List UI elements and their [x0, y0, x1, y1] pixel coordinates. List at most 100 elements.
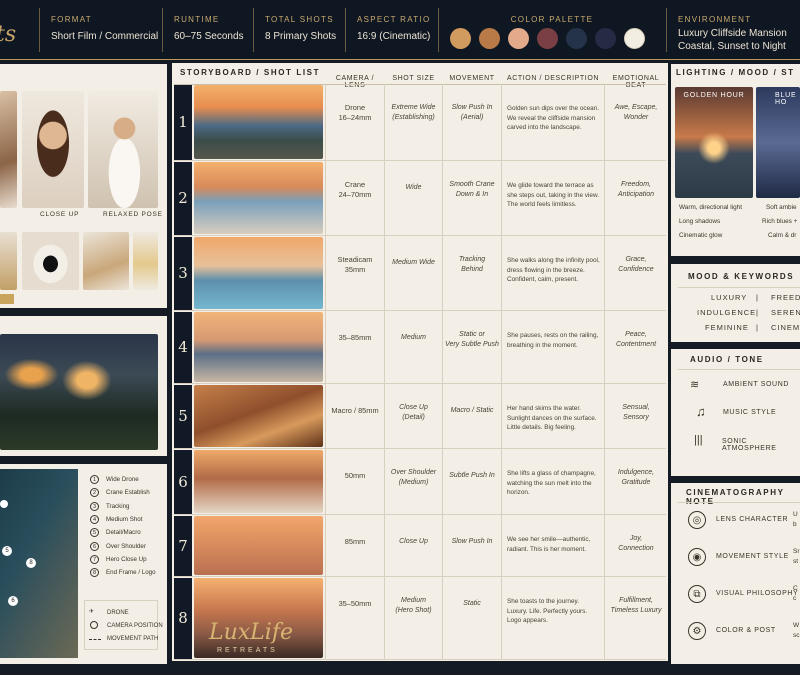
- shot-emotional-beat: Sensual, Sensory: [622, 404, 650, 421]
- mood-separator: |: [756, 308, 759, 317]
- shot-camera-lens: 50mm: [344, 471, 366, 480]
- shot-movement: Static: [463, 600, 481, 607]
- audio-sonic-atmosphere: SONIC ATMOSPHERE: [722, 438, 777, 452]
- shot-emotional-beat: Indulgence, Gratitude: [617, 469, 655, 486]
- shot-number: 5: [174, 385, 192, 448]
- audio-ambient-sound: AMBIENT SOUND: [723, 381, 790, 388]
- mood-keyword: LUXURY: [711, 293, 748, 302]
- cine-note-text: Sr st: [793, 548, 800, 565]
- ref-photo-closeup: [22, 91, 84, 208]
- audio-divider: [678, 369, 800, 370]
- shot-emotional-beat: Grace, Confidence: [618, 256, 654, 273]
- shot-emotional-beat: Peace, Contentment: [615, 331, 657, 348]
- shot-movement: Static or Very Subtle Push: [445, 331, 499, 348]
- total-shots-section: TOTAL SHOTS 8 Primary Shots: [253, 8, 344, 52]
- palette-swatch-2: [479, 28, 500, 49]
- brand-title: ts: [0, 22, 17, 47]
- shot-number: 7: [174, 516, 192, 576]
- shot-movement: Tracking Behind: [458, 256, 486, 273]
- shot-camera-lens: Steadicam 35mm: [337, 255, 373, 274]
- shot-camera-lens: Drone 16–24mm: [338, 103, 372, 122]
- caption-relaxed-pose: RELAXED POSE: [103, 211, 163, 218]
- mansion-photo: [0, 334, 158, 450]
- cine-note-label: MOVEMENT STYLE: [716, 553, 789, 560]
- caption-close-up: CLOSE UP: [40, 211, 80, 218]
- palette-swatch-6: [595, 28, 616, 49]
- environment-label: ENVIRONMENT: [678, 15, 752, 24]
- golden-note-3: Cinematic glow: [679, 232, 723, 239]
- storyboard-title: STORYBOARD / SHOT LIST: [180, 68, 321, 77]
- col-divider: [501, 84, 502, 660]
- shot-movement: Smooth Crane Down & In: [449, 181, 495, 198]
- map-dot: [0, 500, 8, 508]
- shot-size: Extreme Wide (Establishing): [391, 104, 436, 121]
- shot-camera-lens: 85mm: [344, 537, 366, 546]
- shot-emotional-beat: Freedom, Anticipation: [617, 181, 655, 198]
- aerial-map: [0, 469, 78, 658]
- shot-emotional-beat: Joy, Connection: [618, 535, 654, 552]
- map-list-item: Over Shoulder: [106, 542, 146, 550]
- col-divider: [604, 84, 605, 660]
- drone-icon: ✈: [89, 609, 95, 615]
- col-movement: MOVEMENT: [449, 75, 495, 82]
- shot-number: 6: [174, 450, 192, 514]
- mood-keyword: CINEMA: [771, 323, 800, 332]
- shot-action-description: We glide toward the terrace as she steps…: [507, 182, 600, 208]
- map-list-item: Crane Establish: [106, 489, 150, 497]
- shot-size: Medium: [401, 334, 426, 341]
- map-list-number: 1: [90, 475, 99, 484]
- map-list-number: 7: [90, 554, 99, 564]
- palette-swatch-3: [508, 28, 529, 49]
- palette-swatch-5: [566, 28, 587, 49]
- cine-note-text: C c: [793, 585, 798, 602]
- color-post-icon: ⚙: [688, 622, 706, 640]
- shot-size: Medium (Hero Shot): [395, 597, 432, 614]
- runtime-section: RUNTIME 60–75 Seconds: [162, 8, 252, 52]
- map-list-item: Hero Close Up: [106, 555, 147, 563]
- cinematography-title: CINEMATOGRAPHY NOTE: [686, 488, 785, 506]
- col-divider: [442, 84, 443, 660]
- col-divider: [325, 84, 326, 660]
- shot-thumbnail: [194, 312, 323, 382]
- palette-swatch-7: [624, 28, 645, 49]
- shot-thumbnail: [194, 162, 323, 234]
- shot-action-description: She toasts to the journey. Luxury. Life.…: [507, 598, 588, 624]
- shot-movement: Macro / Static: [450, 407, 494, 414]
- map-list-item: Medium Shot: [106, 515, 143, 523]
- shot-camera-lens: Crane 24–70mm: [338, 180, 372, 199]
- format-label: FORMAT: [51, 15, 92, 24]
- ref-photo-1: [0, 91, 17, 208]
- shot-thumbnail: [194, 450, 323, 513]
- map-list-item: Tracking: [106, 502, 130, 510]
- shot-number: 2: [174, 162, 192, 235]
- shot-number: 1: [174, 85, 192, 160]
- lighting-title: LIGHTING / MOOD / ST: [676, 68, 795, 77]
- sunhat-photo: [22, 232, 79, 290]
- shot-camera-lens: Macro / 85mm: [331, 406, 379, 415]
- shot-size: Medium Wide: [392, 259, 435, 266]
- aspect-ratio-label: ASPECT RATIO: [357, 15, 431, 24]
- camera-position-icon: [90, 621, 98, 629]
- cine-note-label: COLOR & POST: [716, 627, 776, 634]
- runtime-label: RUNTIME: [174, 15, 220, 24]
- sound-bars-icon: |||: [694, 434, 703, 446]
- brand-logo: LuxLife: [209, 620, 293, 645]
- mood-separator: |: [756, 293, 759, 302]
- total-shots-value: 8 Primary Shots: [265, 31, 337, 42]
- legend-movement-path: MOVEMENT PATH: [107, 636, 159, 642]
- color-palette-label: COLOR PALETTE: [510, 15, 594, 24]
- cine-divider: [678, 502, 800, 503]
- shot-thumbnail: [194, 85, 323, 159]
- mood-keyword: FEMININE: [705, 323, 749, 332]
- map-list-number: 6: [90, 541, 99, 551]
- wave-icon: ≋: [690, 379, 700, 391]
- shot-number: 4: [174, 312, 192, 383]
- cine-note-text: U b: [793, 511, 798, 528]
- runtime-value: 60–75 Seconds: [174, 31, 244, 42]
- movement-icon: ◉: [688, 548, 706, 566]
- golden-note-1: Warm, directional light: [679, 204, 742, 211]
- environment-line1: Luxury Cliffside Mansion: [678, 28, 787, 39]
- mood-keyword: SERENI: [771, 308, 800, 317]
- blue-note-2: Rich blues +: [762, 218, 798, 225]
- shot-thumbnail: [194, 516, 323, 575]
